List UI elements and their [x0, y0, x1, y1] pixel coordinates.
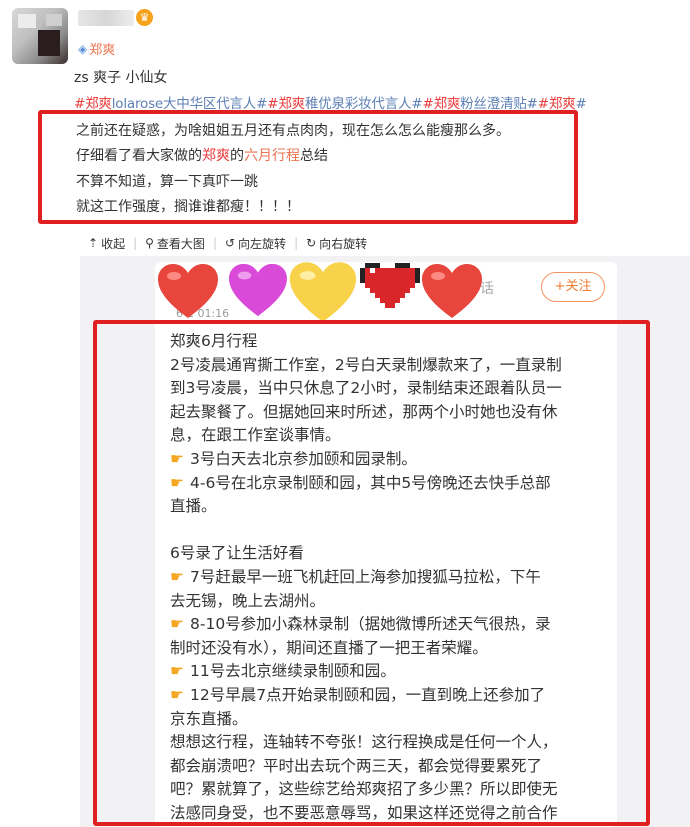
author-name-blurred[interactable] — [78, 10, 134, 26]
schedule-line-text: 吧？累就算了，这些综艺给郑爽招了多少黑？所以即使无 — [170, 780, 558, 799]
view-large-label: 查看大图 — [156, 236, 205, 251]
schedule-line-text: 法感同身受，也不要恶意辱骂，如果这样还觉得之前合作 — [170, 803, 558, 822]
pointing-hand-icon: ☛ — [170, 615, 184, 634]
rotate-right-button[interactable]: ↻ 向右旋转 — [298, 235, 375, 252]
collapse-label: 收起 — [101, 236, 126, 251]
schedule-line: ☛ 8-10号参加小森林录制（据她微博所述天气很热，录 — [170, 613, 610, 637]
schedule-line: ☛ 4-6号在北京录制颐和园，其中5号傍晚还去快手总部 — [170, 472, 610, 496]
hashtag-link[interactable]: # — [576, 96, 587, 112]
schedule-line: 京东直播。 — [170, 708, 610, 732]
text-segment: 的 — [230, 148, 244, 164]
red-heart-icon-2 — [422, 264, 482, 318]
schedule-line-text: 12号早晨7点开始录制颐和园，一直到晚上还参加了 — [190, 685, 546, 704]
hashtag-row: #郑爽lolarose大中华区代言人##郑爽稚优泉彩妆代言人##郑爽粉丝澄清贴#… — [74, 92, 587, 112]
schedule-line: 吧？累就算了，这些综艺给郑爽招了多少黑？所以即使无 — [170, 778, 610, 802]
schedule-line-text: 直播。 — [170, 497, 217, 516]
schedule-line-text: 都会崩溃吧？平时出去玩个两三天，都会觉得要累死了 — [170, 756, 543, 775]
post-body-line-4: 就这工作强度，搁谁谁都瘦！！！！ — [76, 199, 300, 215]
schedule-line: 制时还没有水），期间还直播了一把王者荣耀。 — [170, 637, 610, 661]
rotate-right-icon: ↻ — [306, 236, 317, 250]
schedule-line: 息，在跟工作室谈事情。 — [170, 424, 610, 448]
schedule-line-text: 起去聚餐了。但据她回来时所述，那两个小时她也没有休 — [170, 402, 558, 421]
schedule-line-text: 郑爽6月行程 — [170, 332, 258, 350]
magnifier-icon: ⚲ — [145, 236, 154, 250]
pixel-heart-icon — [360, 263, 420, 308]
schedule-line-text: 制时还没有水），期间还直播了一把王者荣耀。 — [170, 638, 488, 657]
schedule-line-text: 6号录了让生活好看 — [170, 544, 304, 563]
vip-crown-icon: ♛ — [136, 9, 153, 26]
schedule-line: ☛ 3号白天去北京参加颐和园录制。 — [170, 448, 610, 472]
schedule-line-text: 京东直播。 — [170, 709, 248, 728]
schedule-line-text: 7号赶最早一班飞机赶回上海参加搜狐马拉松，下午 — [190, 567, 541, 586]
schedule-line: 法感同身受，也不要恶意辱骂，如果这样还觉得之前合作 — [170, 802, 610, 826]
schedule-text: 郑爽6月行程 2号凌晨通宵撕工作室，2号白天录制爆款来了，一直录制 到3号凌晨，当中… — [170, 330, 610, 825]
post-text-line: zs 爽子 小仙女 — [74, 70, 168, 86]
image-action-bar: ⇡ 收起 | ⚲ 查看大图 | ↺ 向左旋转 | ↻ 向右旋转 — [80, 232, 690, 254]
schedule-line: 6号录了让生活好看 — [170, 542, 610, 566]
author-avatar[interactable] — [12, 8, 68, 64]
pink-heart-icon — [229, 263, 287, 317]
schedule-line-text: 息，在跟工作室谈事情。 — [170, 426, 341, 445]
schedule-line-text: 4-6号在北京录制颐和园，其中5号傍晚还去快手总部 — [190, 473, 551, 492]
highlight-segment: 六月行程 — [244, 148, 300, 164]
post-body-line-2: 仔细看了看大家做的郑爽的六月行程总结 — [76, 145, 328, 165]
rotate-left-label: 向左旋转 — [238, 236, 287, 251]
pointing-hand-icon: ☛ — [170, 567, 184, 586]
post-body-line-3: 不算不知道，算一下真吓一跳 — [76, 174, 258, 190]
schedule-line: 到3号凌晨，当中只休息了2小时，录制结束还跟着队员一 — [170, 377, 610, 401]
schedule-line — [170, 519, 610, 543]
schedule-line: 直播。 — [170, 495, 610, 519]
schedule-line-text: 3号白天去北京参加颐和园录制。 — [190, 449, 417, 468]
topic-tag-label: 郑爽 — [89, 43, 116, 58]
pointing-hand-icon: ☛ — [170, 473, 184, 492]
pointing-hand-icon: ☛ — [170, 662, 184, 681]
schedule-line: 起去聚餐了。但据她回来时所述，那两个小时她也没有休 — [170, 401, 610, 425]
rotate-left-button[interactable]: ↺ 向左旋转 — [217, 235, 294, 252]
diamond-tag-icon: ◈ — [78, 41, 88, 56]
schedule-line: ☛ 12号早晨7点开始录制颐和园，一直到晚上还参加了 — [170, 684, 610, 708]
rotate-right-label: 向右旋转 — [319, 236, 368, 251]
pointing-hand-icon: ☛ — [170, 685, 184, 704]
text-segment: 总结 — [300, 148, 328, 164]
text-segment: 仔细看了看大家做的 — [76, 148, 202, 164]
schedule-line: ☛ 11号去北京继续录制颐和园。 — [170, 660, 610, 684]
schedule-line-text: 2号凌晨通宵撕工作室，2号白天录制爆款来了，一直录制 — [170, 355, 562, 374]
schedule-line: 郑爽6月行程 — [170, 330, 610, 354]
collapse-icon: ⇡ — [88, 236, 99, 250]
pointing-hand-icon: ☛ — [170, 449, 184, 468]
schedule-line: 去无锡，晚上去湖州。 — [170, 590, 610, 614]
follow-button[interactable]: +关注 — [541, 272, 605, 302]
schedule-line-text: 去无锡，晚上去湖州。 — [170, 591, 326, 610]
post-body-line-1: 之前还在疑惑，为啥姐姐五月还有点肉肉，现在怎么怎么能瘦那么多。 — [76, 123, 510, 139]
schedule-line: ☛ 7号赶最早一班飞机赶回上海参加搜狐马拉松，下午 — [170, 566, 610, 590]
topic-tag[interactable]: ◈ 郑爽 — [78, 39, 116, 59]
rotate-left-icon: ↺ — [224, 236, 236, 250]
red-heart-icon — [158, 264, 218, 318]
schedule-line-text: 到3号凌晨，当中只休息了2小时，录制结束还跟着队员一 — [170, 379, 562, 398]
schedule-line-text: 想想这行程，连轴转不夸张！这行程换成是任何一个人， — [170, 733, 558, 752]
schedule-line-text: 8-10号参加小森林录制（据她微博所述天气很热，录 — [190, 615, 551, 634]
mention-link[interactable]: 郑爽 — [202, 148, 230, 164]
schedule-line-text: 11号去北京继续录制颐和园。 — [190, 662, 396, 681]
schedule-line: 都会崩溃吧？平时出去玩个两三天，都会觉得要累死了 — [170, 755, 610, 779]
view-large-button[interactable]: ⚲ 查看大图 — [137, 235, 213, 252]
schedule-line: 2号凌晨通宵撕工作室，2号白天录制爆款来了，一直录制 — [170, 354, 610, 378]
collapse-button[interactable]: ⇡ 收起 — [80, 235, 133, 252]
yellow-heart-icon — [289, 262, 357, 322]
schedule-line: 想想这行程，连轴转不夸张！这行程换成是任何一个人， — [170, 731, 610, 755]
